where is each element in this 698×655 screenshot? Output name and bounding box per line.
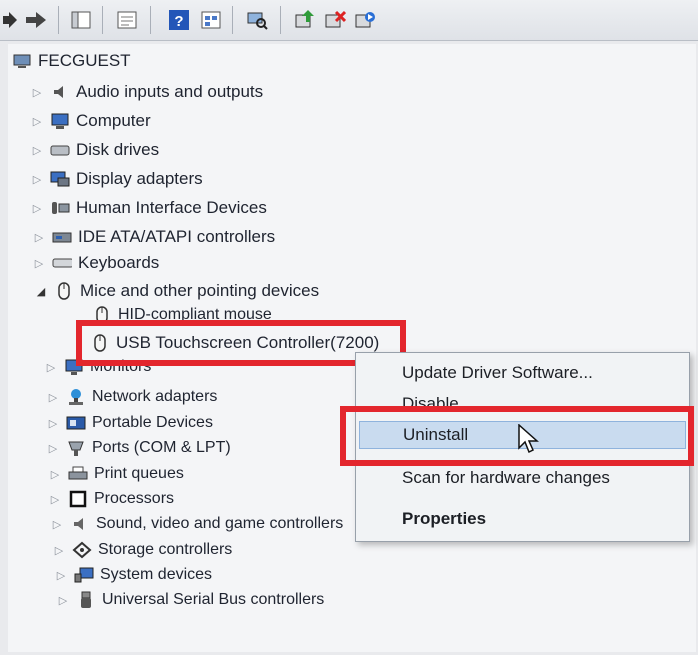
tree-root-label: FECGUEST: [38, 51, 131, 70]
speaker-icon: [50, 83, 70, 101]
tree-item-label: Disk drives: [76, 140, 160, 159]
tree-root[interactable]: FECGUEST: [12, 48, 131, 74]
enable-device-icon[interactable]: [352, 8, 378, 32]
expand-arrow-icon[interactable]: ▷: [46, 442, 60, 455]
tree-item-sound[interactable]: ▷ Sound, video and game controllers: [50, 511, 344, 537]
disk-drive-icon: [50, 141, 70, 159]
network-adapter-icon: [66, 388, 86, 406]
expand-arrow-icon[interactable]: ▷: [46, 391, 60, 404]
toolbar-divider: [280, 6, 281, 34]
expand-arrow-icon[interactable]: ▷: [52, 544, 66, 557]
tree-item-display-adapters[interactable]: ▷ Display adapters: [30, 166, 203, 192]
menu-item-properties[interactable]: Properties: [356, 505, 689, 533]
tree-item-keyboards[interactable]: ▷ Keyboards: [32, 250, 160, 276]
keyboard-icon: [52, 254, 72, 272]
tree-item-label: IDE ATA/ATAPI controllers: [78, 227, 276, 246]
menu-item-update-driver[interactable]: Update Driver Software...: [356, 359, 689, 387]
toolbar-divider: [232, 6, 233, 34]
storage-controller-icon: [72, 541, 92, 559]
expand-arrow-icon[interactable]: ▷: [48, 468, 62, 481]
expand-arrow-icon[interactable]: ▷: [30, 86, 44, 99]
tree-item-mice[interactable]: ◢ Mice and other pointing devices: [34, 278, 319, 304]
expand-arrow-icon[interactable]: ▷: [30, 173, 44, 186]
properties-sheet-icon[interactable]: [114, 8, 140, 32]
show-hide-tree-icon[interactable]: [68, 8, 94, 32]
tree-item-portable-devices[interactable]: ▷ Portable Devices: [46, 410, 213, 436]
tree-item-hid[interactable]: ▷ Human Interface Devices: [30, 195, 267, 221]
expand-arrow-icon[interactable]: ▷: [46, 417, 60, 430]
collapse-arrow-icon[interactable]: ◢: [34, 285, 48, 298]
tree-item-label: Display adapters: [76, 169, 203, 188]
uninstall-device-icon[interactable]: [322, 8, 348, 32]
tree-item-label: Audio inputs and outputs: [76, 82, 264, 101]
tree-item-system-devices[interactable]: ▷ System devices: [54, 562, 212, 588]
expand-arrow-icon[interactable]: ▷: [30, 115, 44, 128]
tree-item-label: Computer: [76, 111, 151, 130]
tree-item-label: Network adapters: [92, 388, 218, 405]
tree-item-label: Sound, video and game controllers: [96, 515, 344, 532]
tree-item-label: Universal Serial Bus controllers: [102, 591, 325, 608]
computer-icon: [50, 112, 70, 130]
scan-hardware-icon[interactable]: [244, 8, 270, 32]
expand-arrow-icon[interactable]: ▷: [32, 231, 46, 244]
help-icon[interactable]: ?: [166, 8, 192, 32]
toolbar: ?: [0, 0, 698, 41]
svg-text:?: ?: [174, 13, 183, 30]
display-adapter-icon: [50, 170, 70, 188]
tree-item-disk-drives[interactable]: ▷ Disk drives: [30, 137, 159, 163]
back-icon[interactable]: [0, 8, 26, 32]
tree-item-usb-controllers[interactable]: ▷ Universal Serial Bus controllers: [56, 587, 324, 613]
tree-item-label: Mice and other pointing devices: [80, 281, 320, 300]
printer-icon: [68, 465, 88, 483]
tree-item-ports[interactable]: ▷ Ports (COM & LPT): [46, 435, 231, 461]
toolbar-divider: [58, 6, 59, 34]
expand-arrow-icon[interactable]: ▷: [30, 202, 44, 215]
ide-controller-icon: [52, 228, 72, 246]
expand-arrow-icon[interactable]: ▷: [32, 257, 46, 270]
update-driver-icon[interactable]: [292, 8, 318, 32]
tree-item-label: System devices: [100, 566, 213, 583]
toolbar-divider: [150, 6, 151, 34]
tree-item-label: Processors: [94, 490, 175, 507]
tree-item-computer[interactable]: ▷ Computer: [30, 108, 151, 134]
mouse-cursor-icon: [518, 424, 539, 454]
port-icon: [66, 439, 86, 457]
tree-item-processors[interactable]: ▷ Processors: [48, 486, 174, 512]
expand-arrow-icon[interactable]: ▷: [54, 569, 68, 582]
tree-item-label: Human Interface Devices: [76, 198, 267, 217]
processor-icon: [68, 490, 88, 508]
tree-item-label: Print queues: [94, 465, 184, 482]
expand-arrow-icon[interactable]: ▷: [50, 518, 64, 531]
expand-arrow-icon[interactable]: ▷: [48, 493, 62, 506]
system-device-icon: [74, 566, 94, 584]
tree-item-label: Ports (COM & LPT): [92, 439, 231, 456]
usb-icon: [76, 591, 96, 609]
expand-arrow-icon[interactable]: ▷: [30, 144, 44, 157]
expand-arrow-icon[interactable]: ▷: [44, 361, 58, 374]
tree-item-print-queues[interactable]: ▷ Print queues: [48, 461, 184, 487]
tree-item-storage[interactable]: ▷ Storage controllers: [52, 537, 232, 563]
mouse-icon: [54, 282, 74, 300]
forward-icon[interactable]: [24, 8, 50, 32]
tree-item-label: Storage controllers: [98, 541, 233, 558]
hid-icon: [50, 199, 70, 217]
view-icon[interactable]: [198, 8, 224, 32]
tree-item-label: Portable Devices: [92, 414, 213, 431]
expand-arrow-icon[interactable]: ▷: [56, 594, 70, 607]
computer-icon: [12, 52, 32, 70]
tree-item-label: Keyboards: [78, 253, 160, 272]
tree-item-network-adapters[interactable]: ▷ Network adapters: [46, 384, 217, 410]
portable-device-icon: [66, 414, 86, 432]
highlight-box-uninstall: [340, 406, 694, 466]
tree-item-ide[interactable]: ▷ IDE ATA/ATAPI controllers: [32, 224, 275, 250]
menu-item-scan-hardware[interactable]: Scan for hardware changes: [356, 464, 689, 492]
sound-icon: [70, 515, 90, 533]
toolbar-divider: [102, 6, 103, 34]
tree-item-audio[interactable]: ▷ Audio inputs and outputs: [30, 79, 263, 105]
